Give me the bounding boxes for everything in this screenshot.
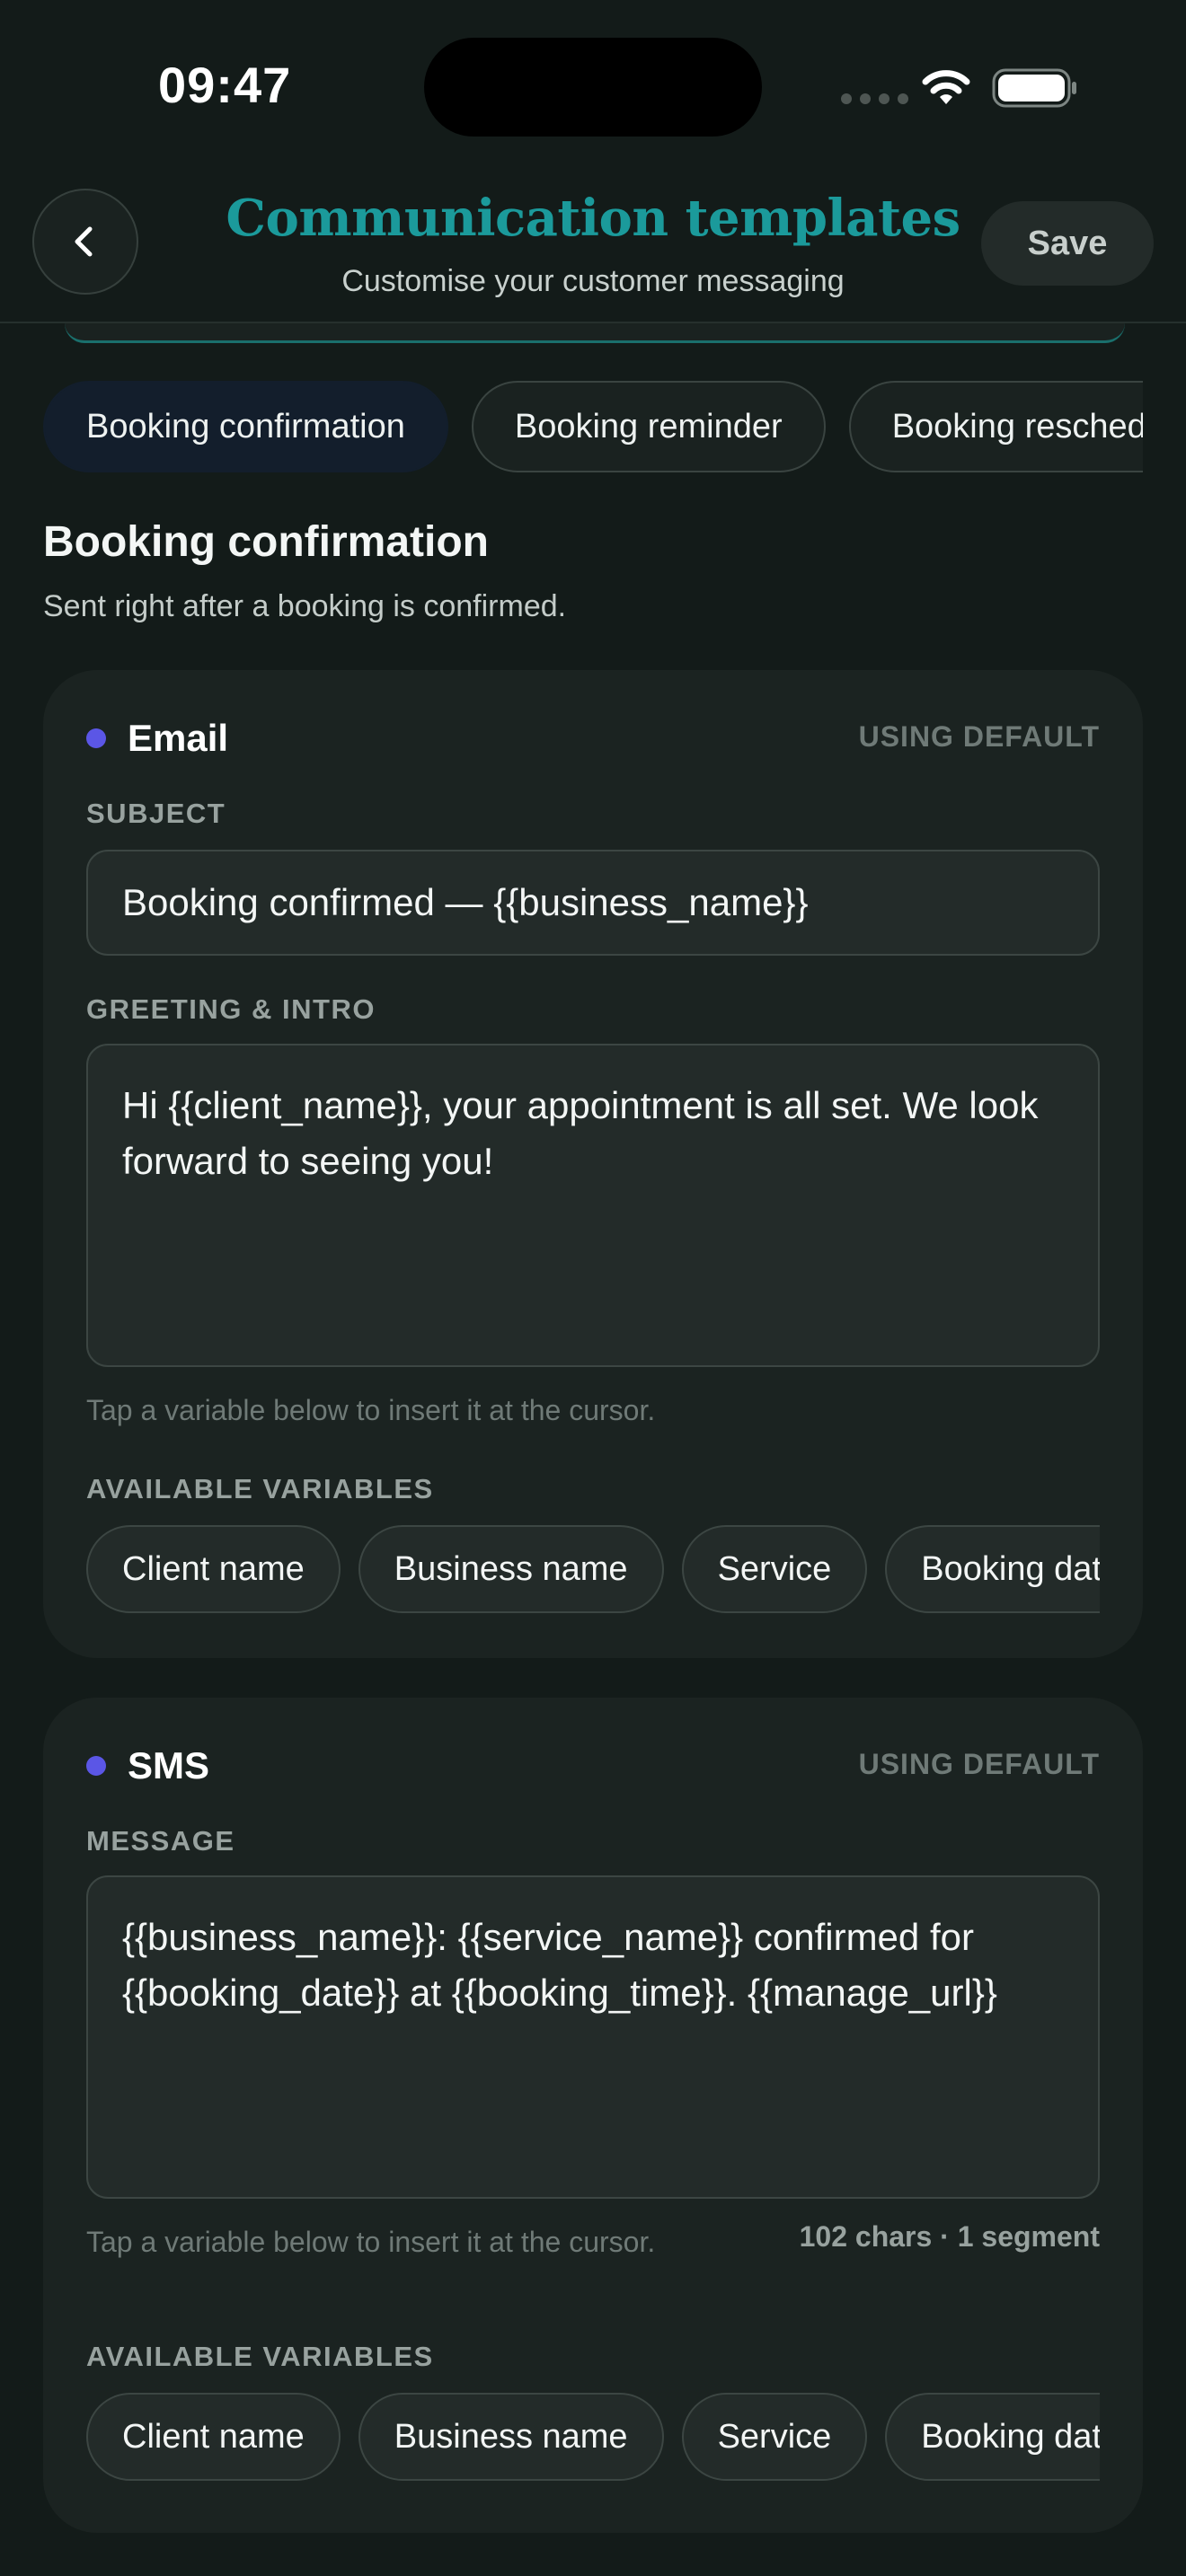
- using-default-badge: USING DEFAULT: [858, 1748, 1100, 1780]
- channel-dot-icon: [86, 728, 106, 748]
- variable-chip-booking-date[interactable]: Booking date: [885, 2393, 1100, 2481]
- tab-booking-confirmation[interactable]: Booking confirmation: [43, 381, 448, 472]
- insert-hint: Tap a variable below to insert it at the…: [86, 1394, 656, 1426]
- variable-chip-business-name[interactable]: Business name: [358, 2393, 664, 2481]
- variables-label: AVAILABLE VARIABLES: [86, 2341, 434, 2372]
- insert-hint: Tap a variable below to insert it at the…: [86, 2226, 656, 2258]
- section-title: Booking confirmation: [43, 518, 489, 566]
- variables-label: AVAILABLE VARIABLES: [86, 1473, 434, 1504]
- save-button[interactable]: Save: [981, 201, 1154, 286]
- variable-chip-service[interactable]: Service: [681, 1525, 868, 1613]
- variable-chip-service[interactable]: Service: [681, 2393, 868, 2481]
- dynamic-island: [424, 38, 762, 137]
- scrolled-content-edge: [65, 323, 1125, 343]
- subject-label: SUBJECT: [86, 798, 226, 829]
- status-bar: 09:47: [0, 0, 1186, 171]
- greeting-textarea[interactable]: Hi {{client_name}}, your appointment is …: [86, 1044, 1100, 1367]
- using-default-badge: USING DEFAULT: [858, 720, 1100, 753]
- message-label: MESSAGE: [86, 1825, 235, 1857]
- email-template-card: Email USING DEFAULT SUBJECT Booking conf…: [43, 670, 1143, 1658]
- battery-icon: [992, 68, 1076, 108]
- cellular-signal-icon: [841, 93, 908, 104]
- sms-message-textarea[interactable]: {{business_name}}: {{service_name}} conf…: [86, 1875, 1100, 2199]
- navigation-header: Communication templates Customise your c…: [0, 171, 1186, 343]
- sms-template-card: SMS USING DEFAULT MESSAGE {{business_nam…: [43, 1698, 1143, 2533]
- greeting-label: GREETING & INTRO: [86, 993, 376, 1025]
- character-counter: 102 chars · 1 segment: [799, 2220, 1100, 2253]
- variables-list[interactable]: Client name Business name Service Bookin…: [86, 1525, 1100, 1615]
- variables-list[interactable]: Client name Business name Service Bookin…: [86, 2393, 1100, 2483]
- channel-name: SMS: [128, 1744, 210, 1786]
- tab-booking-rescheduled[interactable]: Booking rescheduled: [848, 381, 1143, 472]
- variable-chip-booking-date[interactable]: Booking date: [885, 1525, 1100, 1613]
- wifi-icon: [922, 70, 970, 104]
- channel-dot-icon: [86, 1756, 106, 1776]
- variable-chip-client-name[interactable]: Client name: [86, 2393, 341, 2481]
- tab-booking-reminder[interactable]: Booking reminder: [471, 381, 826, 472]
- status-time: 09:47: [158, 57, 292, 113]
- sms-channel-header: SMS: [86, 1744, 209, 1787]
- channel-name: Email: [128, 717, 229, 759]
- template-tabs[interactable]: Booking confirmation Booking reminder Bo…: [43, 381, 1143, 474]
- variable-chip-business-name[interactable]: Business name: [358, 1525, 664, 1613]
- section-description: Sent right after a booking is confirmed.: [43, 589, 567, 623]
- email-channel-header: Email: [86, 717, 228, 760]
- variable-chip-client-name[interactable]: Client name: [86, 1525, 341, 1613]
- subject-input[interactable]: Booking confirmed — {{business_name}}: [86, 850, 1100, 956]
- communication-templates-screen: 09:47 Communication templates Customise …: [0, 0, 1186, 2576]
